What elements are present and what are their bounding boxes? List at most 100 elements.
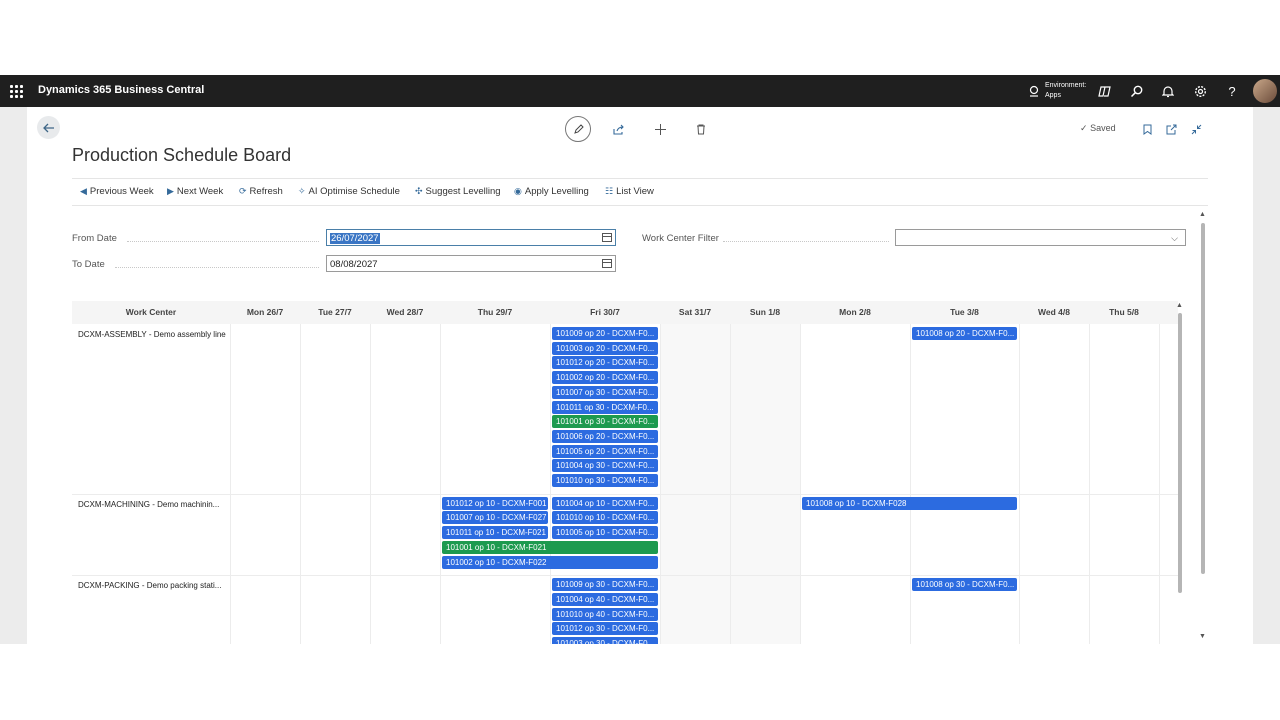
- operation-bar[interactable]: 101001 op 10 - DCXM-F021: [442, 540, 658, 554]
- operation-bar[interactable]: 101010 op 40 - DCXM-F0...: [552, 607, 658, 621]
- operation-bar[interactable]: 101003 op 20 - DCXM-F0...: [552, 341, 658, 355]
- to-date-label: To Date: [72, 259, 105, 270]
- work-center-filter-leader: [723, 241, 889, 242]
- delete-button[interactable]: [689, 117, 713, 141]
- page-container: ✓ Saved Production Schedule Board ◀ Previ…: [27, 107, 1253, 644]
- operation-bar[interactable]: 101004 op 40 - DCXM-F0...: [552, 592, 658, 606]
- operation-bar[interactable]: 101010 op 30 - DCXM-F0...: [552, 474, 658, 487]
- to-date-value: 08/08/2027: [330, 259, 378, 270]
- apply-levelling-label: Apply Levelling: [524, 186, 589, 197]
- operation-bar[interactable]: 101008 op 10 - DCXM-F028: [802, 496, 1017, 510]
- to-date-leader: [115, 267, 319, 268]
- trash-icon: [697, 124, 705, 134]
- right-margin: [1253, 107, 1280, 644]
- refresh-button[interactable]: ⟳ Refresh: [239, 186, 283, 197]
- triangle-left-icon: ◀: [80, 186, 87, 196]
- help-icon[interactable]: ?: [1224, 83, 1240, 99]
- collapse-button[interactable]: [1184, 117, 1208, 141]
- bookmark-icon: [1143, 124, 1151, 135]
- copilot-icon[interactable]: [1096, 83, 1112, 99]
- column-divider: [1159, 324, 1160, 644]
- open-new-window-button[interactable]: [1159, 117, 1183, 141]
- operation-bar[interactable]: 101009 op 30 - DCXM-F0...: [552, 578, 658, 592]
- operation-bar[interactable]: 101008 op 30 - DCXM-F0...: [912, 578, 1017, 592]
- page-title: Production Schedule Board: [72, 145, 292, 165]
- from-date-field[interactable]: 26/07/2027: [326, 229, 616, 246]
- chevron-down-icon: ⌵: [1171, 233, 1178, 243]
- to-date-field[interactable]: 08/08/2027: [326, 255, 616, 272]
- operation-bar[interactable]: 101010 op 10 - DCXM-F0...: [552, 511, 658, 525]
- operation-bar[interactable]: 101011 op 10 - DCXM-F021: [442, 526, 548, 540]
- share-button[interactable]: [607, 117, 631, 141]
- settings-gear-icon[interactable]: [1192, 83, 1208, 99]
- saved-status: ✓ Saved: [1080, 123, 1116, 134]
- operation-bar[interactable]: 101002 op 20 - DCXM-F0...: [552, 371, 658, 385]
- column-divider: [370, 324, 371, 644]
- operation-bar[interactable]: 101009 op 20 - DCXM-F0...: [552, 327, 658, 340]
- work-center-filter-dropdown[interactable]: ⌵: [895, 229, 1186, 246]
- calendar-icon[interactable]: [602, 233, 612, 242]
- column-header-day: Sat 31/7: [660, 301, 730, 324]
- saved-label: Saved: [1090, 123, 1116, 133]
- column-divider: [1089, 324, 1090, 644]
- operation-bar[interactable]: 101007 op 10 - DCXM-F027: [442, 511, 548, 525]
- back-button[interactable]: [37, 116, 60, 139]
- operation-bar[interactable]: 101004 op 10 - DCXM-F0...: [552, 496, 658, 510]
- column-header-day: Wed 28/7: [370, 301, 440, 324]
- user-avatar[interactable]: [1253, 79, 1277, 103]
- environment-info[interactable]: Environment: Apps: [1045, 81, 1086, 101]
- board-scroll-up-arrow[interactable]: ▲: [1176, 302, 1183, 309]
- page-scroll-down-arrow[interactable]: ▼: [1199, 633, 1206, 640]
- sparkle-icon: ✧: [298, 186, 306, 196]
- app-launcher-icon[interactable]: [8, 83, 24, 99]
- operation-bar[interactable]: 101005 op 20 - DCXM-F0...: [552, 444, 658, 458]
- operation-bar[interactable]: 101002 op 10 - DCXM-F022: [442, 555, 658, 569]
- operation-bar[interactable]: 101004 op 30 - DCXM-F0...: [552, 459, 658, 473]
- column-header-day: Fri 30/7: [550, 301, 660, 324]
- page-scroll-up-arrow[interactable]: ▲: [1199, 211, 1206, 218]
- operation-bar[interactable]: 101012 op 10 - DCXM-F001: [442, 496, 548, 510]
- triangle-right-icon: ▶: [167, 186, 174, 196]
- app-title[interactable]: Dynamics 365 Business Central: [38, 84, 204, 96]
- operation-bar[interactable]: 101005 op 10 - DCXM-F0...: [552, 526, 658, 540]
- top-nav-bar: Dynamics 365 Business Central Environmen…: [0, 75, 1280, 107]
- check-icon: ✓: [1080, 123, 1088, 133]
- operation-bar[interactable]: 101007 op 30 - DCXM-F0...: [552, 385, 658, 399]
- work-center-label[interactable]: DCXM-ASSEMBLY - Demo assembly line: [78, 330, 228, 339]
- edit-button[interactable]: [565, 116, 591, 142]
- next-week-button[interactable]: ▶ Next Week: [167, 186, 223, 197]
- open-in-new-window-icon: [1166, 124, 1176, 134]
- previous-week-button[interactable]: ◀ Previous Week: [80, 186, 154, 197]
- pencil-icon: [573, 123, 584, 134]
- from-date-value: 26/07/2027: [330, 233, 380, 244]
- column-header-day: Thu 5/8: [1089, 301, 1159, 324]
- list-view-button[interactable]: ☷ List View: [605, 186, 654, 197]
- work-center-label[interactable]: DCXM-PACKING - Demo packing stati...: [78, 581, 228, 590]
- column-header-day: Mon 26/7: [230, 301, 300, 324]
- column-header-day: Tue 27/7: [300, 301, 370, 324]
- plus-icon: [654, 123, 666, 135]
- bookmark-button[interactable]: [1135, 117, 1159, 141]
- calendar-icon[interactable]: [602, 259, 612, 268]
- operation-bar[interactable]: 101012 op 20 - DCXM-F0...: [552, 356, 658, 370]
- apply-levelling-button[interactable]: ◉ Apply Levelling: [514, 186, 589, 197]
- suggest-levelling-button[interactable]: ✣ Suggest Levelling: [415, 186, 501, 197]
- environment-icon: [1026, 83, 1042, 99]
- page-scrollbar[interactable]: [1201, 223, 1205, 574]
- notifications-icon[interactable]: [1160, 83, 1176, 99]
- ai-optimise-button[interactable]: ✧ AI Optimise Schedule: [298, 186, 400, 197]
- work-center-label[interactable]: DCXM-MACHINING - Demo machinin...: [78, 500, 228, 509]
- board-scrollbar[interactable]: [1178, 313, 1182, 593]
- suggest-icon: ✣: [415, 186, 423, 196]
- back-arrow-icon: [42, 123, 54, 132]
- operation-bar[interactable]: 101008 op 20 - DCXM-F0...: [912, 327, 1017, 340]
- operation-bar[interactable]: 101003 op 30 - DCXM-F0...: [552, 637, 658, 644]
- search-icon[interactable]: [1128, 83, 1144, 99]
- operation-bar[interactable]: 101006 op 20 - DCXM-F0...: [552, 429, 658, 443]
- operation-bar[interactable]: 101001 op 30 - DCXM-F0...: [552, 415, 658, 429]
- new-button[interactable]: [648, 117, 672, 141]
- column-header-day: Thu 29/7: [440, 301, 550, 324]
- column-divider: [1019, 324, 1020, 644]
- operation-bar[interactable]: 101011 op 30 - DCXM-F0...: [552, 400, 658, 414]
- operation-bar[interactable]: 101012 op 30 - DCXM-F0...: [552, 622, 658, 636]
